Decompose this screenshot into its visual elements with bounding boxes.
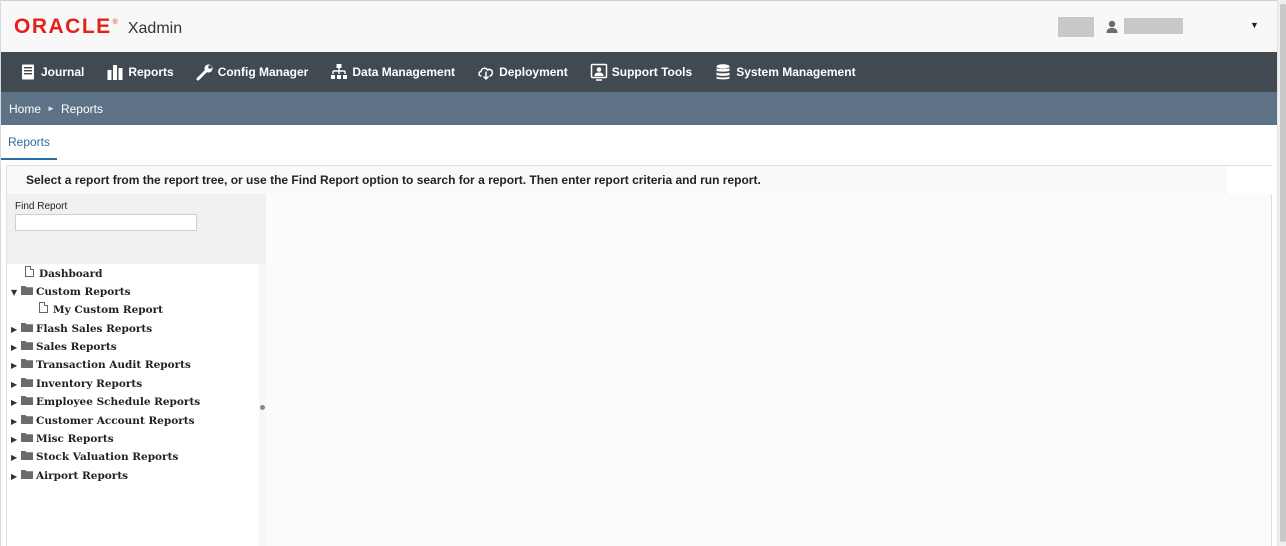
tree-item-misc-reports[interactable]: ▶ Misc Reports — [11, 430, 114, 448]
user-menu-caret-icon[interactable]: ▼ — [1250, 20, 1259, 30]
report-tree: Dashboard ▼ Custom Reports My Custom Rep… — [7, 264, 259, 546]
tree-item-stock-valuation-reports[interactable]: ▶ Stock Valuation Reports — [11, 448, 178, 466]
nav-deployment[interactable]: Deployment — [477, 63, 568, 81]
collapsed-toggle-icon[interactable]: ▶ — [11, 324, 21, 334]
collapsed-toggle-icon[interactable]: ▶ — [11, 342, 21, 352]
folder-icon — [21, 286, 33, 295]
nav-support-tools[interactable]: Support Tools — [590, 63, 692, 81]
breadcrumb-home[interactable]: Home — [9, 102, 41, 116]
nav-data-management-label: Data Management — [352, 65, 456, 79]
app-name: Xadmin — [127, 20, 183, 37]
scrollbar-thumb[interactable] — [1280, 4, 1286, 542]
collapsed-toggle-icon[interactable]: ▶ — [11, 360, 21, 370]
cloud-download-icon — [478, 67, 494, 81]
nav-journal-label: Journal — [41, 65, 85, 79]
folder-icon — [21, 341, 33, 350]
tree-item-label: Sales Reports — [36, 341, 117, 353]
breadcrumb-current: Reports — [60, 101, 103, 116]
report-detail-panel — [266, 194, 1271, 546]
tree-item-airport-reports[interactable]: ▶ Airport Reports — [11, 467, 128, 485]
nav-system-management[interactable]: System Management — [714, 63, 856, 81]
tree-item-label: My Custom Report — [53, 304, 164, 316]
find-report-label: Find Report — [15, 201, 68, 212]
registered-mark: ® — [112, 19, 118, 26]
tab-bar: Reports — [1, 125, 1277, 160]
oracle-logo: ORACLE ® Xadmin — [14, 15, 182, 39]
journal-icon — [22, 64, 34, 80]
collapsed-toggle-icon[interactable]: ▶ — [11, 434, 21, 444]
instructions-spacer — [1227, 166, 1273, 194]
tree-item-label: Employee Schedule Reports — [36, 396, 201, 408]
instructions-text: Select a report from the report tree, or… — [7, 166, 1227, 194]
store-placeholder — [1058, 17, 1094, 37]
folder-icon — [21, 433, 33, 442]
user-name-placeholder[interactable] — [1124, 18, 1183, 34]
folder-icon — [21, 415, 33, 424]
tree-item-label: Dashboard — [39, 268, 103, 280]
folder-icon — [21, 470, 33, 479]
collapsed-toggle-icon[interactable]: ▶ — [11, 471, 21, 481]
folder-icon — [21, 451, 33, 460]
hierarchy-icon — [331, 64, 348, 79]
nav-system-management-label: System Management — [736, 65, 856, 79]
tree-item-label: Flash Sales Reports — [36, 323, 153, 335]
expanded-toggle-icon[interactable]: ▼ — [11, 287, 21, 297]
nav-config-manager-label: Config Manager — [217, 65, 309, 79]
tree-item-employee-schedule-reports[interactable]: ▶ Employee Schedule Reports — [11, 393, 200, 411]
panel-splitter[interactable] — [259, 264, 266, 546]
folder-icon — [21, 359, 33, 368]
find-report-area: Find Report — [7, 194, 266, 264]
logo-wordmark: ORACLE — [14, 15, 112, 38]
tree-item-flash-sales-reports[interactable]: ▶ Flash Sales Reports — [11, 320, 152, 338]
tree-item-label: Inventory Reports — [36, 378, 143, 390]
tree-item-label: Misc Reports — [36, 433, 114, 445]
tab-reports[interactable]: Reports — [1, 125, 57, 160]
tree-item-customer-account-reports[interactable]: ▶ Customer Account Reports — [11, 412, 195, 430]
tree-item-label: Airport Reports — [36, 470, 129, 482]
user-icon — [1106, 20, 1118, 33]
collapsed-toggle-icon[interactable]: ▶ — [11, 397, 21, 407]
breadcrumb-separator-icon: ► — [47, 104, 55, 113]
main-nav: Journal Reports Config Manager Data Mana… — [1, 52, 1277, 92]
report-tree-panel: Find Report Dashboard ▼ Custom Reports M… — [7, 194, 266, 546]
app-window: ORACLE ® Xadmin ▼ Journal Reports Config… — [0, 0, 1286, 546]
nav-reports[interactable]: Reports — [106, 63, 174, 81]
breadcrumb: Home ► Reports — [1, 92, 1277, 125]
tree-item-label: Customer Account Reports — [36, 415, 195, 427]
folder-icon — [21, 396, 33, 405]
folder-icon — [21, 323, 33, 332]
app-header: ORACLE ® Xadmin ▼ — [1, 0, 1277, 52]
collapsed-toggle-icon[interactable]: ▶ — [11, 452, 21, 462]
nav-support-tools-label: Support Tools — [611, 65, 693, 79]
support-icon — [590, 63, 607, 81]
database-icon — [716, 64, 730, 80]
document-icon — [39, 302, 48, 313]
document-icon — [25, 266, 34, 277]
find-report-input[interactable] — [15, 214, 197, 231]
tree-item-inventory-reports[interactable]: ▶ Inventory Reports — [11, 375, 142, 393]
collapsed-toggle-icon[interactable]: ▶ — [11, 379, 21, 389]
tree-item-custom-reports[interactable]: ▼ Custom Reports — [11, 283, 131, 301]
folder-icon — [21, 378, 33, 387]
tree-item-label: Transaction Audit Reports — [36, 359, 191, 371]
wrench-icon — [196, 64, 213, 81]
splitter-handle-icon[interactable] — [260, 405, 265, 410]
tree-item-label: Stock Valuation Reports — [36, 451, 179, 463]
collapsed-toggle-icon[interactable]: ▶ — [11, 416, 21, 426]
bar-chart-icon — [107, 65, 123, 80]
tree-item-transaction-audit-reports[interactable]: ▶ Transaction Audit Reports — [11, 356, 191, 374]
nav-deployment-label: Deployment — [499, 65, 568, 79]
reports-content: Select a report from the report tree, or… — [6, 165, 1273, 546]
tree-item-my-custom-report[interactable]: My Custom Report — [29, 301, 163, 319]
nav-reports-label: Reports — [128, 65, 174, 79]
nav-data-management[interactable]: Data Management — [330, 63, 455, 81]
tree-item-sales-reports[interactable]: ▶ Sales Reports — [11, 338, 117, 356]
tree-item-label: Custom Reports — [36, 286, 131, 298]
nav-config-manager[interactable]: Config Manager — [196, 63, 309, 81]
vertical-scrollbar[interactable] — [1277, 0, 1286, 546]
nav-journal[interactable]: Journal — [19, 63, 84, 81]
tree-item-dashboard[interactable]: Dashboard — [15, 265, 102, 283]
